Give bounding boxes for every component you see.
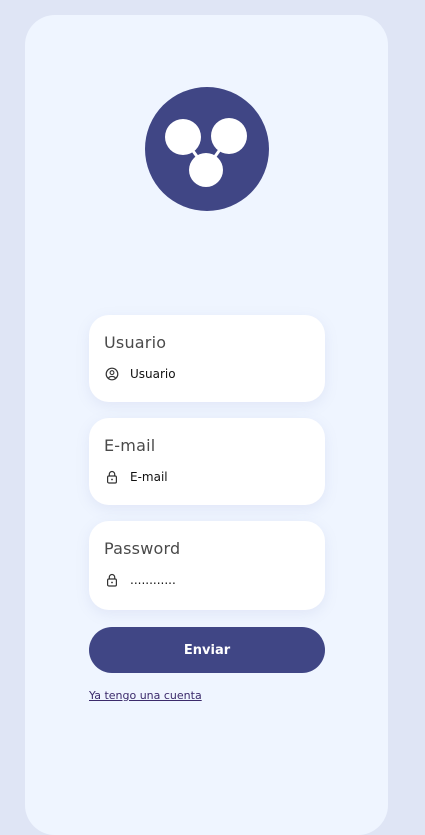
password-input[interactable] [130, 571, 310, 589]
password-label: Password [104, 539, 181, 558]
email-label: E-mail [104, 436, 156, 455]
lock-icon [106, 573, 118, 587]
submit-button[interactable]: Enviar [89, 627, 325, 673]
password-field: Password [89, 521, 325, 610]
email-field: E-mail [89, 418, 325, 505]
login-link[interactable]: Ya tengo una cuenta [89, 689, 202, 702]
username-input[interactable] [130, 365, 310, 383]
lock-icon [106, 470, 118, 484]
email-input[interactable] [130, 468, 310, 486]
user-circle-icon [105, 367, 119, 381]
username-field: Usuario [89, 315, 325, 402]
username-label: Usuario [104, 333, 167, 352]
app-logo [145, 87, 269, 211]
